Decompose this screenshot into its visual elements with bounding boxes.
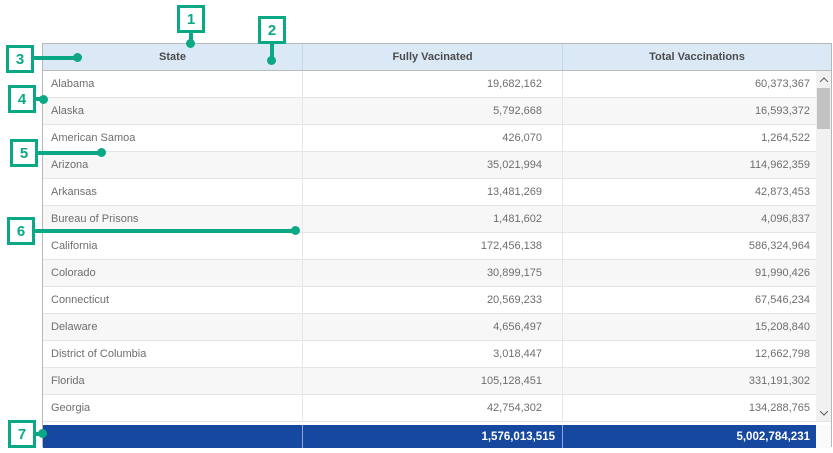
total-vaccinations-cell: 42,873,453 (562, 179, 831, 205)
table-row[interactable]: California 172,456,138 586,324,964 (43, 233, 831, 260)
column-header-fully-vaccinated[interactable]: Fully Vacinated (302, 44, 562, 70)
totals-state-cell (43, 425, 302, 448)
total-vaccinations-cell: 60,373,367 (562, 71, 831, 97)
scrollbar-thumb[interactable] (817, 88, 830, 129)
fully-vaccinated-cell: 4,656,497 (302, 314, 562, 340)
state-cell: Alaska (43, 98, 302, 124)
scrollbar-corner (816, 425, 831, 448)
fully-vaccinated-cell: 20,569,233 (302, 287, 562, 313)
fully-vaccinated-cell: 3,018,447 (302, 341, 562, 367)
annotation-marker-2: 2 (258, 16, 286, 44)
totals-total-vaccinations-cell: 5,002,784,231 (562, 425, 816, 448)
total-vaccinations-cell: 12,662,798 (562, 341, 831, 367)
total-vaccinations-cell: 15,208,840 (562, 314, 831, 340)
table-row[interactable]: Arizona 35,021,994 114,962,359 (43, 152, 831, 179)
state-cell: District of Columbia (43, 341, 302, 367)
total-vaccinations-cell: 91,990,426 (562, 260, 831, 286)
total-vaccinations-cell: 134,288,765 (562, 395, 831, 421)
chevron-up-icon (819, 77, 827, 85)
vaccination-table: State Fully Vacinated Total Vaccinations… (42, 43, 832, 447)
fully-vaccinated-cell: 35,021,994 (302, 152, 562, 178)
table-row[interactable]: Arkansas 13,481,269 42,873,453 (43, 179, 831, 206)
annotation-dot-6 (291, 226, 300, 235)
table-body: Alabama 19,682,162 60,373,367 Alaska 5,7… (43, 71, 831, 422)
scroll-down-button[interactable] (816, 405, 831, 420)
state-cell: Florida (43, 368, 302, 394)
total-vaccinations-cell: 1,264,522 (562, 125, 831, 151)
totals-row: 1,576,013,515 5,002,784,231 (43, 425, 831, 448)
fully-vaccinated-cell: 19,682,162 (302, 71, 562, 97)
total-vaccinations-cell: 16,593,372 (562, 98, 831, 124)
scroll-up-button[interactable] (816, 72, 831, 87)
annotation-line-3 (34, 56, 78, 60)
fully-vaccinated-cell: 426,070 (302, 125, 562, 151)
vertical-scrollbar[interactable] (816, 71, 831, 421)
state-cell: Arkansas (43, 179, 302, 205)
fully-vaccinated-cell: 42,754,302 (302, 395, 562, 421)
fully-vaccinated-cell: 105,128,451 (302, 368, 562, 394)
annotation-marker-6: 6 (7, 217, 35, 245)
table-row[interactable]: Georgia 42,754,302 134,288,765 (43, 395, 831, 422)
annotation-marker-1: 1 (177, 5, 205, 33)
fully-vaccinated-cell: 13,481,269 (302, 179, 562, 205)
table-row[interactable]: Connecticut 20,569,233 67,546,234 (43, 287, 831, 314)
column-header-total-vaccinations[interactable]: Total Vaccinations (562, 44, 831, 70)
table-row[interactable]: Alaska 5,792,668 16,593,372 (43, 98, 831, 125)
annotation-dot-2 (267, 56, 276, 65)
state-cell: Arizona (43, 152, 302, 178)
totals-fully-vaccinated-cell: 1,576,013,515 (302, 425, 562, 448)
table-row[interactable]: Delaware 4,656,497 15,208,840 (43, 314, 831, 341)
state-cell: American Samoa (43, 125, 302, 151)
state-cell: Colorado (43, 260, 302, 286)
annotation-marker-7: 7 (8, 420, 36, 448)
annotation-marker-4: 4 (8, 85, 36, 113)
table-row[interactable]: Colorado 30,899,175 91,990,426 (43, 260, 831, 287)
state-cell: California (43, 233, 302, 259)
chevron-down-icon (819, 407, 827, 415)
annotation-dot-5 (97, 148, 106, 157)
annotation-line-6 (35, 229, 296, 233)
table-row[interactable]: American Samoa 426,070 1,264,522 (43, 125, 831, 152)
total-vaccinations-cell: 586,324,964 (562, 233, 831, 259)
table-row[interactable]: Alabama 19,682,162 60,373,367 (43, 71, 831, 98)
state-cell: Delaware (43, 314, 302, 340)
table-row[interactable]: Florida 105,128,451 331,191,302 (43, 368, 831, 395)
state-cell: Alabama (43, 71, 302, 97)
total-vaccinations-cell: 4,096,837 (562, 206, 831, 232)
fully-vaccinated-cell: 5,792,668 (302, 98, 562, 124)
annotation-line-5 (38, 151, 102, 155)
state-cell: Connecticut (43, 287, 302, 313)
annotation-dot-7 (38, 429, 47, 438)
annotation-marker-3: 3 (6, 45, 34, 73)
table-header-row: State Fully Vacinated Total Vaccinations (43, 44, 831, 71)
annotation-marker-5: 5 (10, 139, 38, 167)
screen: State Fully Vacinated Total Vaccinations… (0, 0, 833, 453)
annotation-dot-4 (39, 95, 48, 104)
total-vaccinations-cell: 114,962,359 (562, 152, 831, 178)
annotation-dot-3 (73, 53, 82, 62)
fully-vaccinated-cell: 30,899,175 (302, 260, 562, 286)
total-vaccinations-cell: 331,191,302 (562, 368, 831, 394)
state-cell: Georgia (43, 395, 302, 421)
total-vaccinations-cell: 67,546,234 (562, 287, 831, 313)
fully-vaccinated-cell: 172,456,138 (302, 233, 562, 259)
annotation-dot-1 (186, 39, 195, 48)
fully-vaccinated-cell: 1,481,602 (302, 206, 562, 232)
table-row[interactable]: District of Columbia 3,018,447 12,662,79… (43, 341, 831, 368)
